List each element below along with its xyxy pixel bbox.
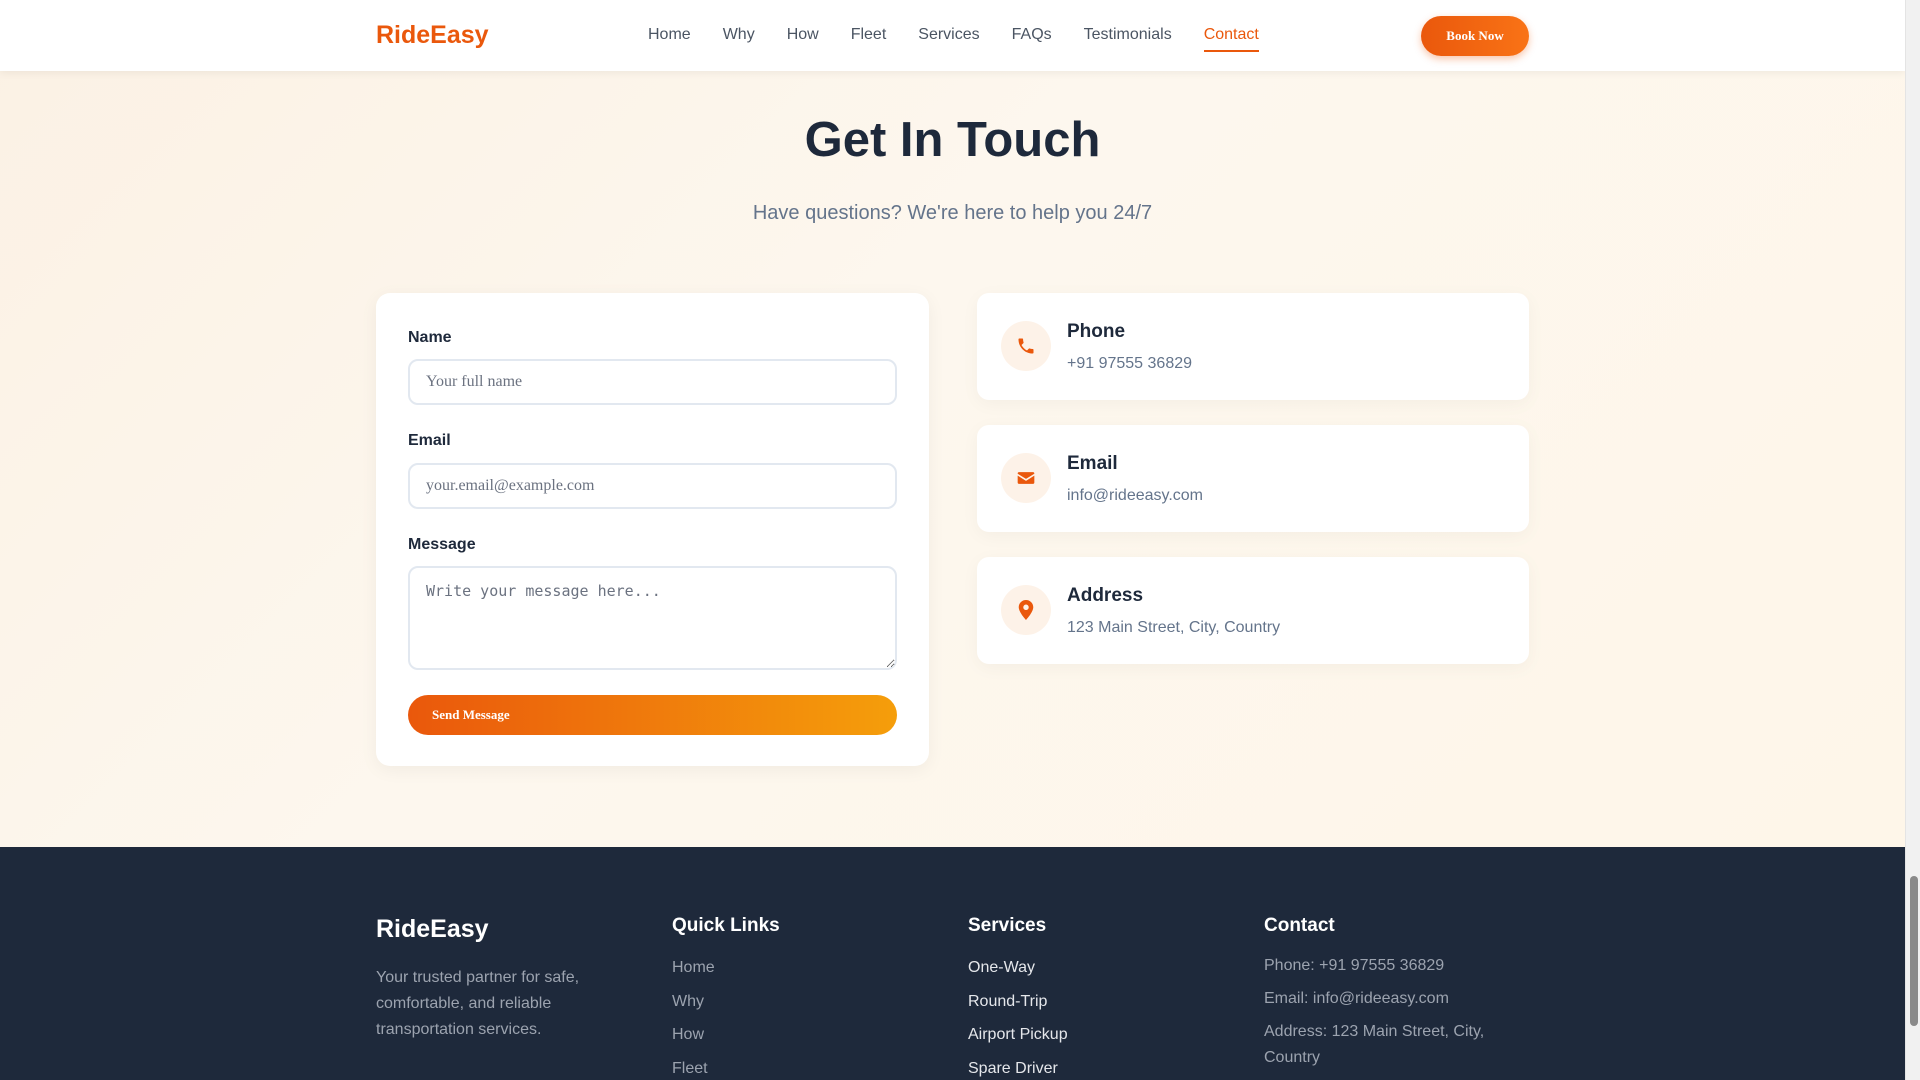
footer-service-round-trip[interactable]: Round-Trip	[968, 991, 1068, 1013]
footer-contact-title: Contact	[1264, 915, 1335, 936]
footer-link-home[interactable]: Home	[672, 957, 715, 979]
footer-service-airport-pickup[interactable]: Airport Pickup	[968, 1024, 1068, 1046]
footer-contact-list: Phone: +91 97555 36829 Email: info@ridee…	[1264, 953, 1504, 1080]
scrollbar-thumb[interactable]	[1910, 876, 1918, 1026]
footer-service-one-way[interactable]: One-Way	[968, 957, 1068, 979]
email-card-title: Email	[1067, 453, 1118, 474]
footer-services-list: One-Way Round-Trip Airport Pickup Spare …	[968, 957, 1068, 1080]
message-label: Message	[408, 536, 476, 553]
email-card: Email info@rideeasy.com	[977, 425, 1529, 532]
nav-fleet[interactable]: Fleet	[851, 24, 887, 52]
nav-services[interactable]: Services	[918, 24, 979, 52]
phone-card-value: +91 97555 36829	[1067, 355, 1193, 372]
footer-contact-email: Email: info@rideeasy.com	[1264, 990, 1449, 1007]
contact-form: Name Email Message Send Message	[376, 293, 929, 766]
site-logo[interactable]: RideEasy	[376, 21, 489, 50]
footer-brand: RideEasy	[376, 915, 489, 943]
footer-quick-links: Home Why How Fleet	[672, 957, 715, 1080]
footer-description: Your trusted partner for safe, comfortab…	[376, 969, 580, 1038]
message-textarea[interactable]	[408, 566, 897, 670]
phone-card: Phone +91 97555 36829	[977, 293, 1529, 400]
name-label: Name	[408, 329, 452, 346]
top-navbar: RideEasy Home Why How Fleet Services FAQ…	[0, 0, 1905, 71]
nav-faqs[interactable]: FAQs	[1012, 24, 1052, 52]
email-label: Email	[408, 432, 451, 449]
name-input[interactable]	[408, 359, 897, 405]
envelope-icon	[1001, 453, 1051, 503]
book-now-button[interactable]: Book Now	[1421, 16, 1529, 56]
footer-quick-links-title: Quick Links	[672, 915, 780, 936]
footer-contact-address: Address: 123 Main Street, City, Country	[1264, 1023, 1485, 1066]
map-pin-icon	[1001, 585, 1051, 635]
address-card: Address 123 Main Street, City, Country	[977, 557, 1529, 664]
email-input[interactable]	[408, 463, 897, 509]
vertical-scrollbar[interactable]	[1905, 0, 1920, 1080]
nav-home[interactable]: Home	[648, 24, 691, 52]
phone-card-title: Phone	[1067, 321, 1126, 342]
footer-link-why[interactable]: Why	[672, 991, 715, 1013]
nav-why[interactable]: Why	[723, 24, 755, 52]
nav-how[interactable]: How	[787, 24, 819, 52]
nav-contact[interactable]: Contact	[1203, 24, 1259, 52]
footer-link-fleet[interactable]: Fleet	[672, 1058, 715, 1080]
main-nav: Home Why How Fleet Services FAQs Testimo…	[648, 24, 1291, 52]
address-card-value: 123 Main Street, City, Country	[1067, 619, 1281, 636]
send-message-button[interactable]: Send Message	[408, 695, 897, 735]
footer-service-spare-driver[interactable]: Spare Driver	[968, 1058, 1068, 1080]
address-card-title: Address	[1067, 585, 1144, 606]
email-card-value: info@rideeasy.com	[1067, 487, 1203, 504]
footer-services-title: Services	[968, 915, 1047, 936]
page-subtitle: Have questions? We're here to help you 2…	[752, 202, 1153, 224]
footer-link-how[interactable]: How	[672, 1024, 715, 1046]
phone-icon	[1001, 321, 1051, 371]
page-title: Get In Touch	[804, 113, 1101, 167]
site-footer: RideEasy Your trusted partner for safe, …	[0, 847, 1905, 1080]
page: RideEasy Home Why How Fleet Services FAQ…	[0, 0, 1905, 1080]
nav-testimonials[interactable]: Testimonials	[1084, 24, 1172, 52]
footer-contact-phone: Phone: +91 97555 36829	[1264, 957, 1445, 974]
